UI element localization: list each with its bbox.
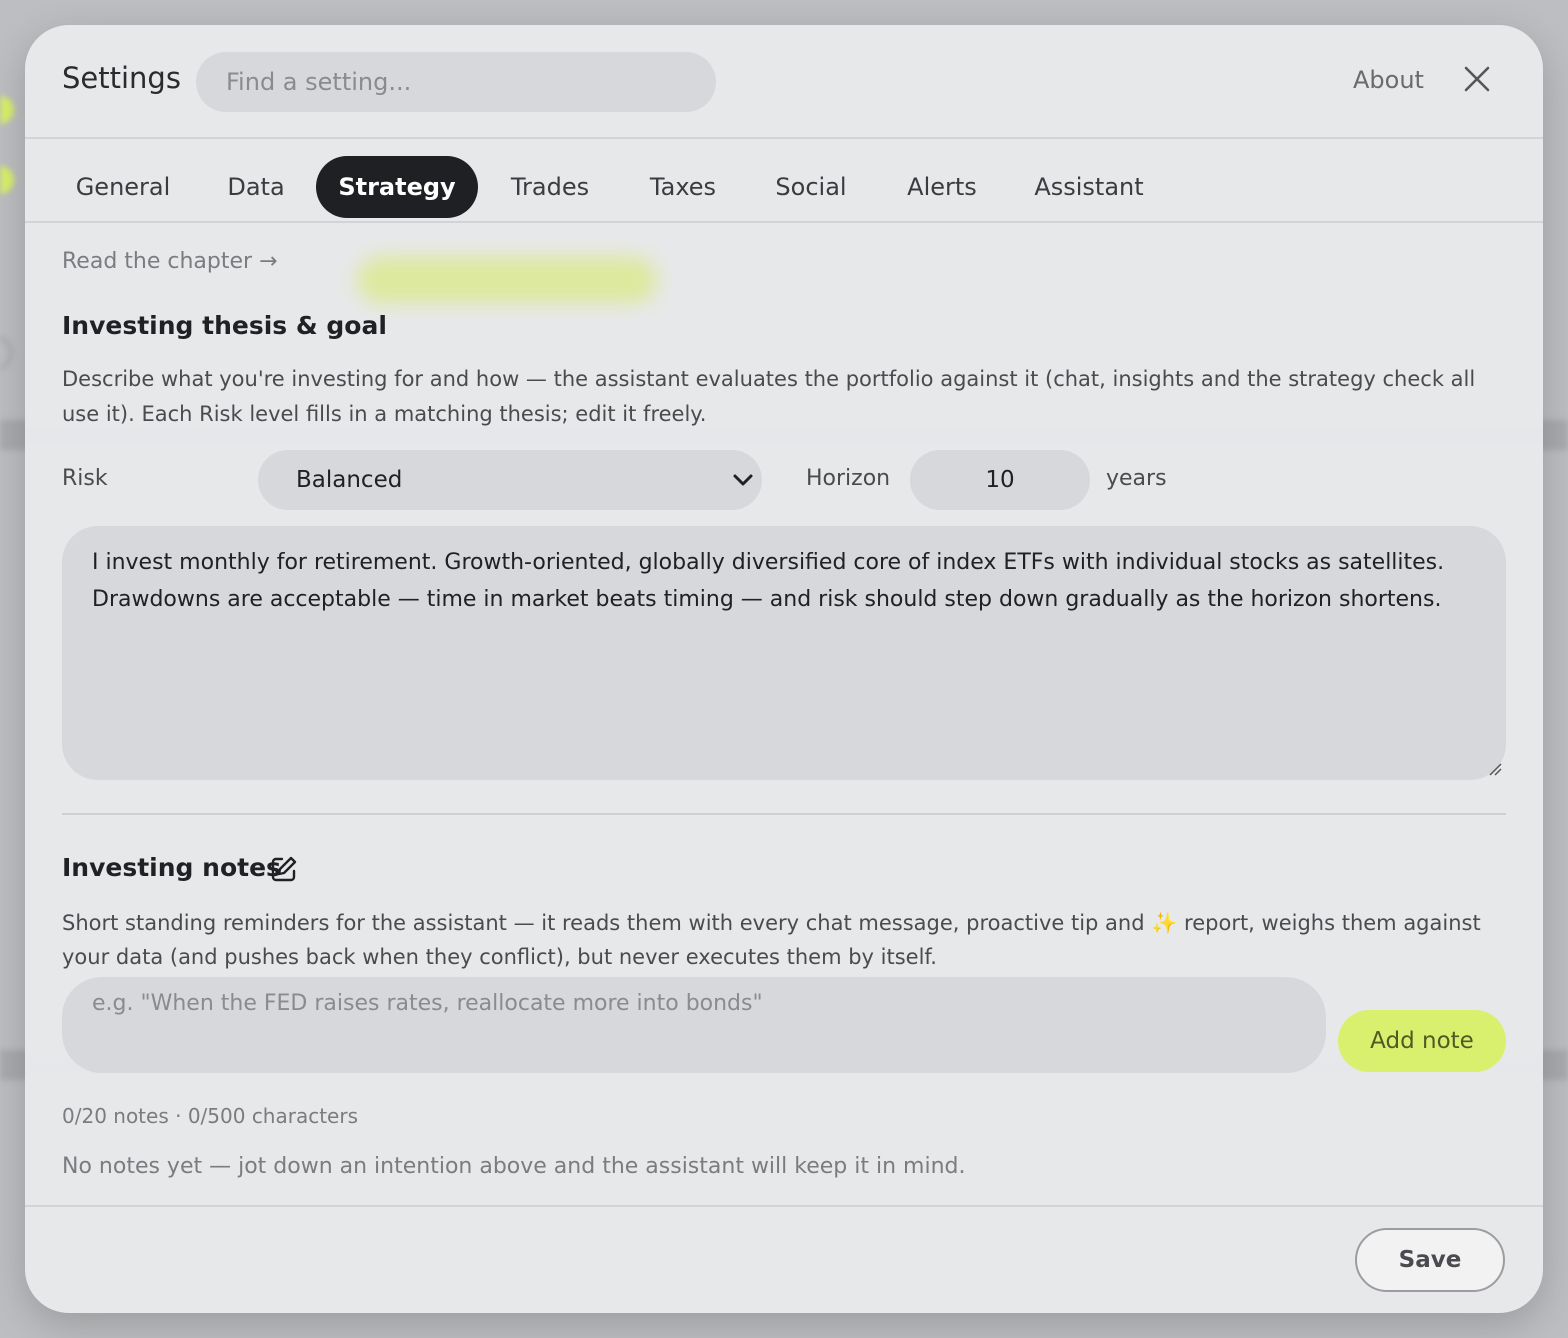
thesis-textarea[interactable]: I invest monthly for retirement. Growth-… bbox=[62, 526, 1506, 780]
tab-alerts[interactable]: Alerts bbox=[893, 156, 991, 218]
notes-empty-state: No notes yet — jot down an intention abo… bbox=[62, 1154, 966, 1179]
horizon-input[interactable]: 10 bbox=[910, 450, 1090, 510]
tab-trades[interactable]: Trades bbox=[497, 156, 603, 218]
risk-select[interactable]: Balanced bbox=[258, 450, 762, 510]
chevron-down-icon bbox=[733, 474, 753, 486]
modal-header: Settings About bbox=[25, 25, 1543, 139]
notes-description: Short standing reminders for the assista… bbox=[62, 911, 1481, 969]
horizon-unit: years bbox=[1106, 466, 1167, 491]
about-link[interactable]: About bbox=[1353, 66, 1424, 94]
tab-bar: General Data Strategy Trades Taxes Socia… bbox=[25, 139, 1543, 223]
thesis-description: Describe what you're investing for and h… bbox=[62, 367, 1476, 426]
background-dot bbox=[0, 166, 14, 194]
tab-data[interactable]: Data bbox=[214, 156, 298, 218]
tab-taxes[interactable]: Taxes bbox=[636, 156, 730, 218]
read-chapter-link[interactable]: Read the chapter → bbox=[62, 249, 278, 274]
modal-title: Settings bbox=[62, 61, 181, 95]
modal-footer: Save bbox=[25, 1205, 1543, 1313]
highlight-glow bbox=[357, 257, 657, 303]
resize-handle-icon[interactable] bbox=[1488, 762, 1502, 776]
background-ring bbox=[0, 336, 12, 370]
section-divider bbox=[62, 813, 1506, 815]
settings-modal: Settings About General Data Strategy Tra… bbox=[25, 25, 1543, 1313]
edit-icon[interactable] bbox=[270, 855, 298, 883]
save-button[interactable]: Save bbox=[1355, 1228, 1505, 1292]
risk-label: Risk bbox=[62, 466, 108, 491]
background-dot bbox=[0, 96, 14, 124]
tab-general[interactable]: General bbox=[62, 156, 184, 218]
tab-strategy[interactable]: Strategy bbox=[316, 156, 478, 218]
close-icon[interactable] bbox=[1461, 63, 1493, 95]
horizon-label: Horizon bbox=[806, 466, 891, 491]
tab-social[interactable]: Social bbox=[762, 156, 860, 218]
tab-assistant[interactable]: Assistant bbox=[1021, 156, 1157, 218]
note-input[interactable]: e.g. "When the FED raises rates, realloc… bbox=[62, 977, 1326, 1073]
thesis-text: I invest monthly for retirement. Growth-… bbox=[92, 550, 1445, 612]
notes-heading: Investing notes bbox=[62, 853, 281, 882]
settings-search-input[interactable] bbox=[196, 52, 716, 112]
add-note-button[interactable]: Add note bbox=[1338, 1010, 1506, 1072]
notes-counter: 0/20 notes · 0/500 characters bbox=[62, 1104, 359, 1128]
thesis-heading: Investing thesis & goal bbox=[62, 311, 387, 340]
risk-select-value: Balanced bbox=[296, 467, 403, 493]
